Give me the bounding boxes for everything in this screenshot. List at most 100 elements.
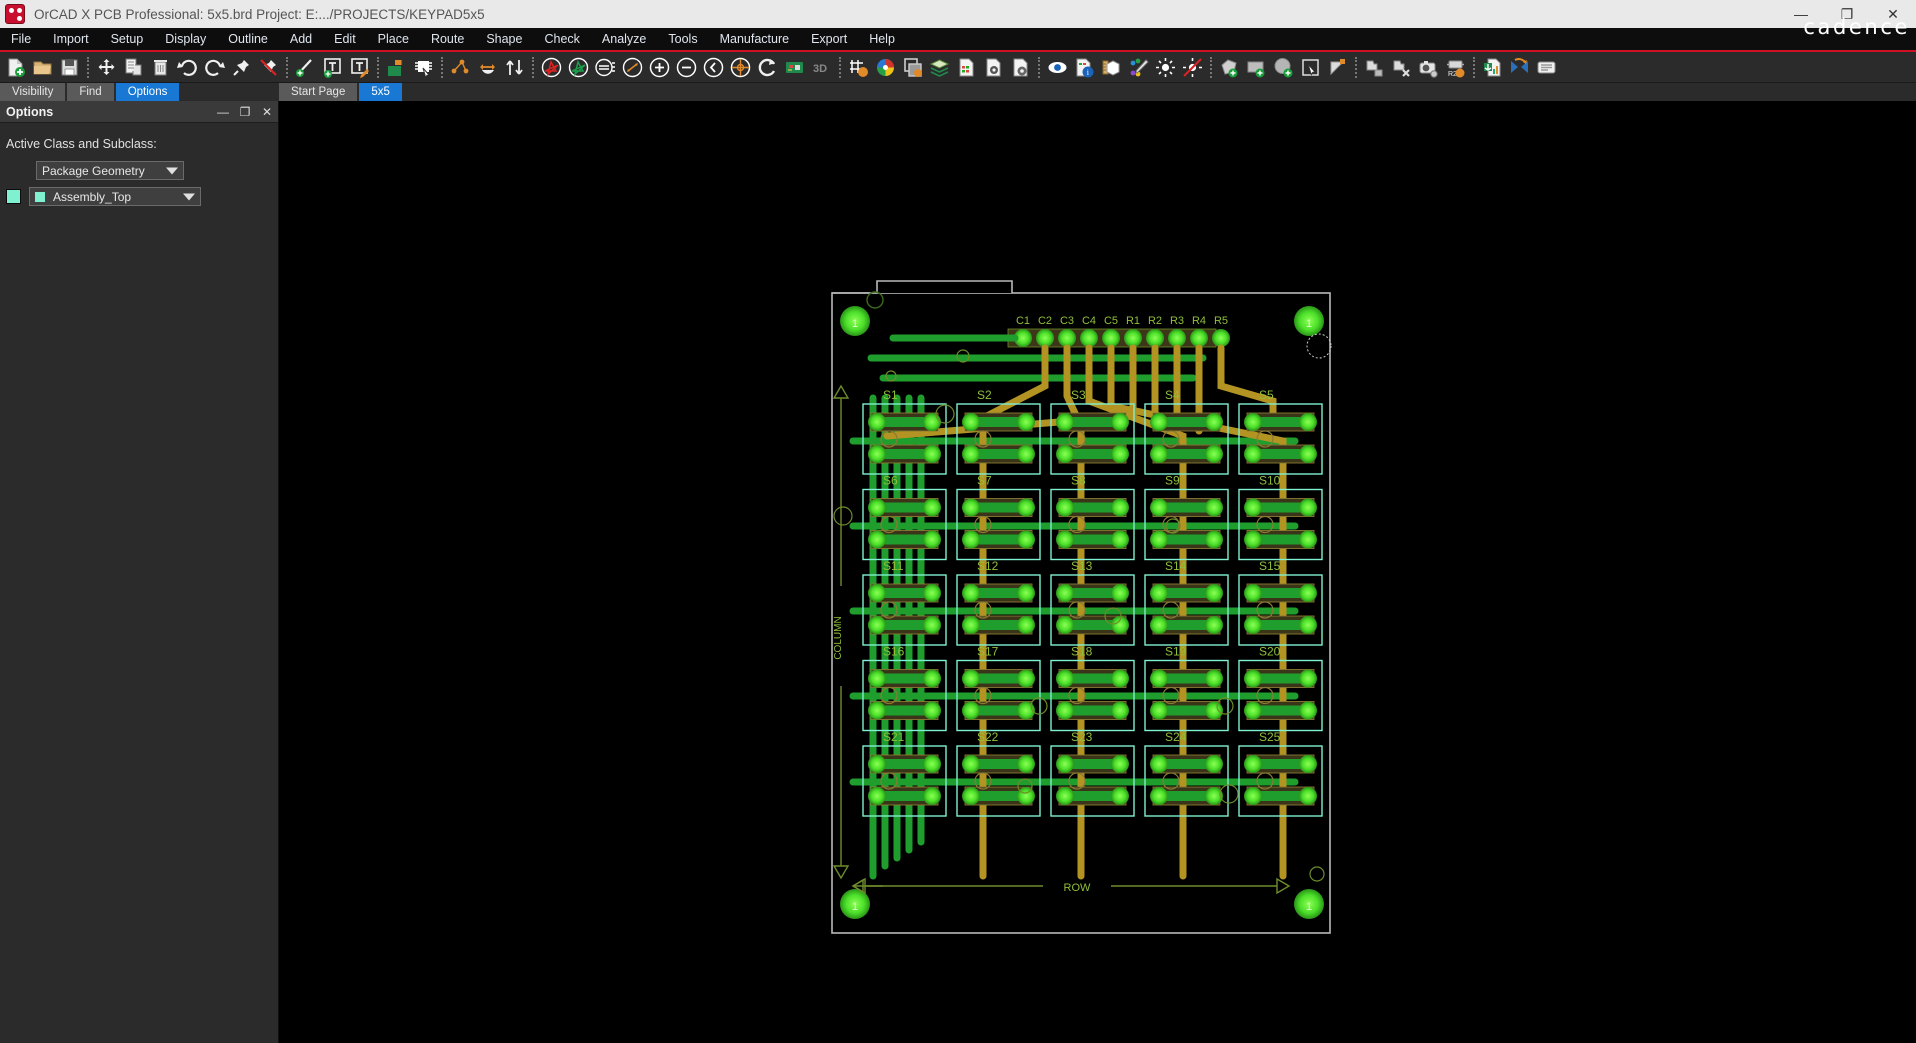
switch-pad[interactable] (923, 616, 941, 634)
draw-rect-icon[interactable] (1244, 55, 1269, 80)
switch-pad[interactable] (1244, 445, 1262, 463)
switch-pad[interactable] (1299, 616, 1317, 634)
switch-pad[interactable] (1111, 413, 1129, 431)
switch-pad[interactable] (1017, 616, 1035, 634)
switch-pad[interactable] (1244, 670, 1262, 688)
switch-pad[interactable] (1205, 531, 1223, 549)
tab-5x5[interactable]: 5x5 (359, 83, 402, 101)
switch-pad[interactable] (1299, 531, 1317, 549)
menu-item-file[interactable]: File (0, 28, 42, 50)
grid-toggle-icon[interactable] (846, 55, 871, 80)
switch-pad[interactable] (1111, 499, 1129, 517)
switch-pad[interactable] (1205, 755, 1223, 773)
draw-circle-icon[interactable] (1271, 55, 1296, 80)
active-subclass-dropdown[interactable]: Assembly_Top (29, 187, 201, 206)
switch-pad[interactable] (868, 702, 886, 720)
tab-find[interactable]: Find (67, 83, 113, 101)
switch-footprint[interactable]: S7 (957, 474, 1040, 560)
switch-pad[interactable] (962, 445, 980, 463)
switch-pad[interactable] (1150, 499, 1168, 517)
switch-pad[interactable] (962, 499, 980, 517)
view-3d-icon[interactable]: 3D (809, 55, 834, 80)
switch-pad[interactable] (1111, 584, 1129, 602)
pcb-canvas[interactable]: 1 1 1 1 (279, 101, 1916, 1043)
menu-item-analyze[interactable]: Analyze (591, 28, 657, 50)
switch-pad[interactable] (1056, 584, 1074, 602)
switch-pad[interactable] (1205, 499, 1223, 517)
unrouted-nets-icon[interactable] (539, 55, 564, 80)
color-palette-icon[interactable] (873, 55, 898, 80)
switch-footprint[interactable]: S23 (1051, 730, 1134, 816)
switch-pad[interactable] (1244, 787, 1262, 805)
switch-pad[interactable] (1244, 413, 1262, 431)
highlight-on-icon[interactable] (1153, 55, 1178, 80)
menu-item-shape[interactable]: Shape (475, 28, 533, 50)
switch-pad[interactable] (1150, 787, 1168, 805)
subclass-color-swatch[interactable] (6, 189, 21, 204)
switch-pad[interactable] (1056, 445, 1074, 463)
switch-pad[interactable] (923, 499, 941, 517)
switch-pad[interactable] (1244, 499, 1262, 517)
switch-pad[interactable] (1150, 531, 1168, 549)
switch-pad[interactable] (962, 670, 980, 688)
copy-icon[interactable] (121, 55, 146, 80)
switch-pad[interactable] (1299, 787, 1317, 805)
switch-pad[interactable] (1150, 445, 1168, 463)
menu-item-setup[interactable]: Setup (100, 28, 155, 50)
switch-pad[interactable] (1244, 702, 1262, 720)
switch-pad[interactable] (1205, 584, 1223, 602)
switch-footprint[interactable]: S5 (1239, 388, 1322, 474)
measure-icon[interactable] (620, 55, 645, 80)
tab-visibility[interactable]: Visibility (0, 83, 65, 101)
tab-options[interactable]: Options (116, 83, 180, 101)
switch-pad[interactable] (962, 787, 980, 805)
drill-settings-icon[interactable] (1008, 55, 1033, 80)
copy-shape-icon[interactable] (1362, 55, 1387, 80)
switch-pad[interactable] (1111, 531, 1129, 549)
switch-footprint[interactable]: S8 (1051, 474, 1134, 560)
visibility-eye-icon[interactable] (1045, 55, 1070, 80)
menu-item-check[interactable]: Check (533, 28, 590, 50)
switch-pad[interactable] (1299, 702, 1317, 720)
switch-pad[interactable] (1299, 445, 1317, 463)
netlist-sync-icon[interactable] (1507, 55, 1532, 80)
zoom-in-icon[interactable] (647, 55, 672, 80)
settings-report-icon[interactable] (981, 55, 1006, 80)
menu-item-manufacture[interactable]: Manufacture (709, 28, 800, 50)
menu-item-outline[interactable]: Outline (217, 28, 279, 50)
switch-pad[interactable] (923, 702, 941, 720)
switch-pad[interactable] (962, 755, 980, 773)
switch-pad[interactable] (1111, 787, 1129, 805)
edit-text-icon[interactable] (347, 55, 372, 80)
switch-pad[interactable] (1017, 670, 1035, 688)
switch-pad[interactable] (1150, 616, 1168, 634)
switch-pad[interactable] (923, 787, 941, 805)
menu-item-display[interactable]: Display (154, 28, 217, 50)
redo-icon[interactable] (202, 55, 227, 80)
switch-pad[interactable] (1244, 584, 1262, 602)
switch-pad[interactable] (1111, 755, 1129, 773)
save-icon[interactable] (57, 55, 82, 80)
switch-pad[interactable] (868, 499, 886, 517)
element-info-icon[interactable]: i (1072, 55, 1097, 80)
switch-pad[interactable] (1017, 445, 1035, 463)
switch-pad[interactable] (1150, 755, 1168, 773)
switch-pad[interactable] (1244, 531, 1262, 549)
highlight-off-icon[interactable] (1180, 55, 1205, 80)
switch-pad[interactable] (1111, 702, 1129, 720)
pcb-board-drawing[interactable]: 1 1 1 1 (553, 186, 1913, 1043)
switch-pad[interactable] (1056, 413, 1074, 431)
switch-pad[interactable] (1150, 702, 1168, 720)
switch-pad[interactable] (1017, 531, 1035, 549)
active-class-dropdown[interactable]: Package Geometry (36, 161, 184, 180)
menu-item-export[interactable]: Export (800, 28, 858, 50)
new-file-icon[interactable] (3, 55, 28, 80)
switch-pad[interactable] (1150, 670, 1168, 688)
switch-footprint[interactable]: S12 (957, 559, 1040, 645)
switch-pad[interactable] (1056, 670, 1074, 688)
panel-float-button[interactable]: ❐ (234, 102, 256, 122)
switch-pad[interactable] (1111, 445, 1129, 463)
switch-pad[interactable] (1056, 531, 1074, 549)
switch-pad[interactable] (868, 787, 886, 805)
switch-pad[interactable] (868, 584, 886, 602)
